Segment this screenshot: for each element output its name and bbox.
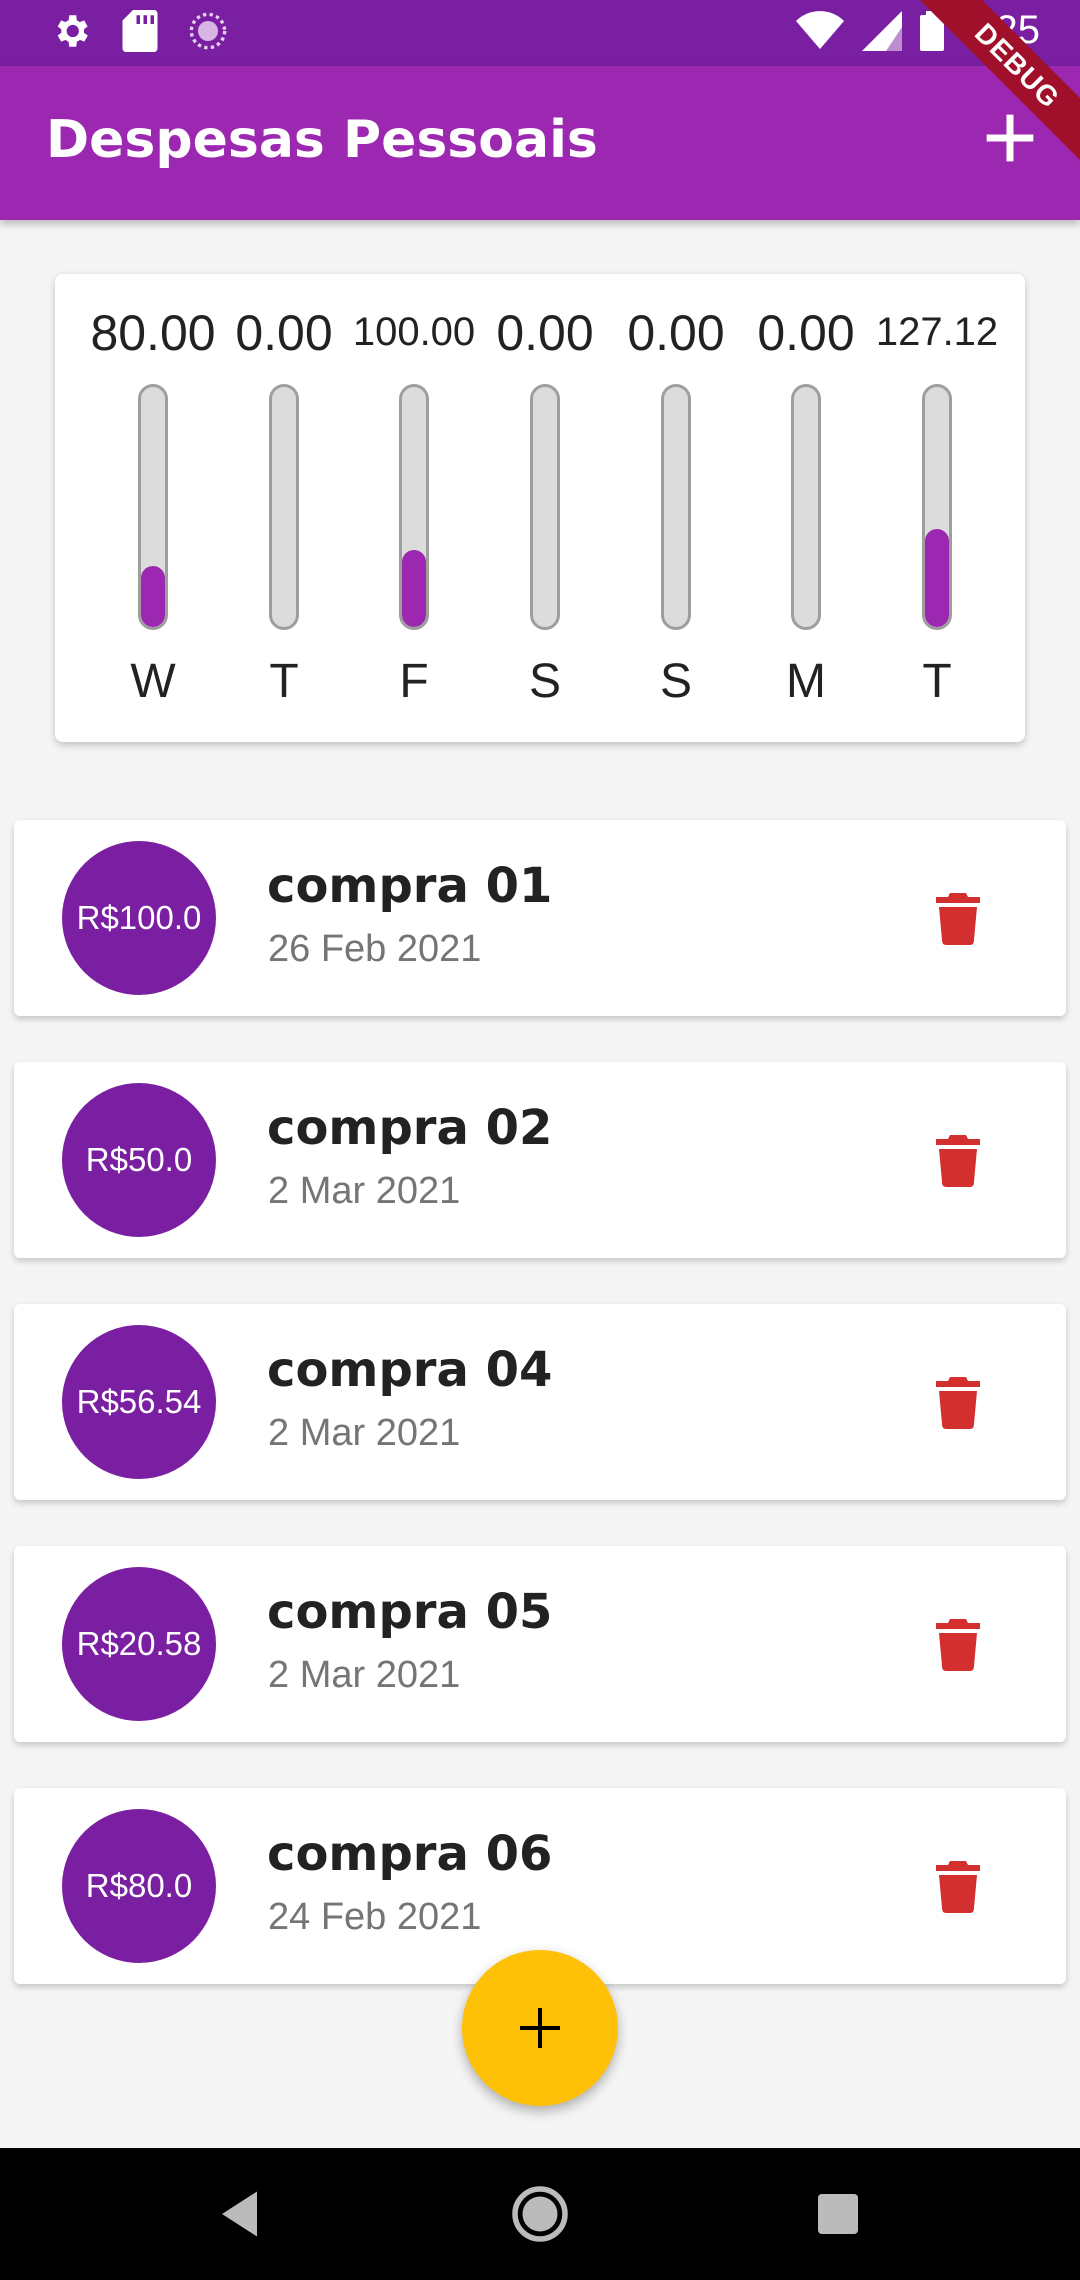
transaction-date: 26 Feb 2021 <box>268 928 482 970</box>
chart-bar-column: 0.00 S <box>480 274 610 742</box>
amount-avatar: R$50.0 <box>62 1083 216 1237</box>
transaction-amount: R$100.0 <box>76 899 202 936</box>
chart-day-label: S <box>528 655 561 708</box>
chart-bar-value: 80.00 <box>90 305 216 361</box>
chart-bar-track <box>399 384 429 630</box>
transaction-amount: R$50.0 <box>85 1141 193 1178</box>
chart-bar-column: 0.00 S <box>611 274 741 742</box>
chart-bar-value: 0.00 <box>757 305 855 361</box>
delete-icon[interactable] <box>936 1377 980 1429</box>
chart-day-label: W <box>130 655 176 708</box>
status-bar: 1:25 <box>0 0 1080 66</box>
delete-icon[interactable] <box>936 1619 980 1671</box>
chart-bar-track <box>530 384 560 630</box>
chart-day-label: S <box>659 655 692 708</box>
chart-bar-track <box>269 384 299 630</box>
app-bar: Despesas Pessoais <box>0 66 1080 220</box>
transaction-title: compra 01 <box>267 858 553 914</box>
transaction-item: R$56.54 compra 04 2 Mar 2021 <box>14 1304 1066 1500</box>
delete-icon[interactable] <box>936 1135 980 1187</box>
chart-bar-value: 127.12 <box>875 310 999 354</box>
amount-avatar: R$100.0 <box>62 841 216 995</box>
amount-avatar: R$20.58 <box>62 1567 216 1721</box>
weekly-chart: 80.00 W 0.00 T 100.00 F 0.00 S 0.00 S 0.00 M 127.12 T <box>55 274 1025 742</box>
add-icon[interactable] <box>982 110 1038 166</box>
chart-day-label: T <box>922 655 952 708</box>
transaction-item: R$100.0 compra 01 26 Feb 2021 <box>14 820 1066 1016</box>
transaction-title: compra 06 <box>267 1826 553 1882</box>
transaction-title: compra 05 <box>267 1584 553 1640</box>
sd-card-icon <box>122 10 158 52</box>
home-icon[interactable] <box>510 2184 570 2244</box>
chart-bar-track <box>138 384 168 630</box>
back-icon[interactable] <box>212 2184 272 2244</box>
chart-bar-column: 0.00 T <box>219 274 349 742</box>
chart-bar-track <box>791 384 821 630</box>
transaction-title: compra 02 <box>267 1100 553 1156</box>
chart-bar-column: 100.00 F <box>349 274 479 742</box>
chart-bar-value: 0.00 <box>627 305 725 361</box>
loading-icon <box>189 12 227 50</box>
add-icon <box>520 2008 560 2048</box>
chart-bar-column: 0.00 M <box>741 274 871 742</box>
recents-icon[interactable] <box>808 2184 868 2244</box>
transaction-amount: R$80.0 <box>85 1867 193 1904</box>
chart-bar-column: 80.00 W <box>88 274 218 742</box>
chart-bar-track <box>922 384 952 630</box>
settings-icon <box>57 15 88 47</box>
chart-day-label: F <box>399 655 429 708</box>
app-screen: 1:25 Despesas Pessoais DEBUG 80.00W0.00T… <box>0 0 1080 2280</box>
chart-bar-value: 0.00 <box>235 305 333 361</box>
chart-bar-value: 0.00 <box>496 305 594 361</box>
transaction-title: compra 04 <box>267 1342 553 1398</box>
transaction-amount: R$20.58 <box>76 1625 202 1662</box>
transaction-amount: R$56.54 <box>76 1383 202 1420</box>
transaction-date: 24 Feb 2021 <box>268 1896 482 1938</box>
add-transaction-fab[interactable] <box>462 1950 618 2106</box>
amount-avatar: R$80.0 <box>62 1809 216 1963</box>
transaction-date: 2 Mar 2021 <box>268 1170 461 1212</box>
delete-icon[interactable] <box>936 893 980 945</box>
transaction-date: 2 Mar 2021 <box>268 1654 461 1696</box>
chart-day-label: M <box>786 655 826 708</box>
chart-bar-fill <box>925 529 949 627</box>
chart-bar-column: 127.12 T <box>872 274 1002 742</box>
navigation-bar <box>0 2148 1080 2280</box>
delete-icon[interactable] <box>936 1861 980 1913</box>
transaction-item: R$20.58 compra 05 2 Mar 2021 <box>14 1546 1066 1742</box>
transaction-item: R$50.0 compra 02 2 Mar 2021 <box>14 1062 1066 1258</box>
chart-bar-value: 100.00 <box>352 310 476 354</box>
chart-bar-fill <box>402 550 426 627</box>
transaction-date: 2 Mar 2021 <box>268 1412 461 1454</box>
amount-avatar: R$56.54 <box>62 1325 216 1479</box>
signal-icon <box>862 10 903 51</box>
wifi-icon <box>796 10 845 49</box>
chart-bar-fill <box>141 566 165 627</box>
chart-day-label: T <box>269 655 299 708</box>
chart-bar-track <box>661 384 691 630</box>
page-title: Despesas Pessoais <box>46 110 598 170</box>
